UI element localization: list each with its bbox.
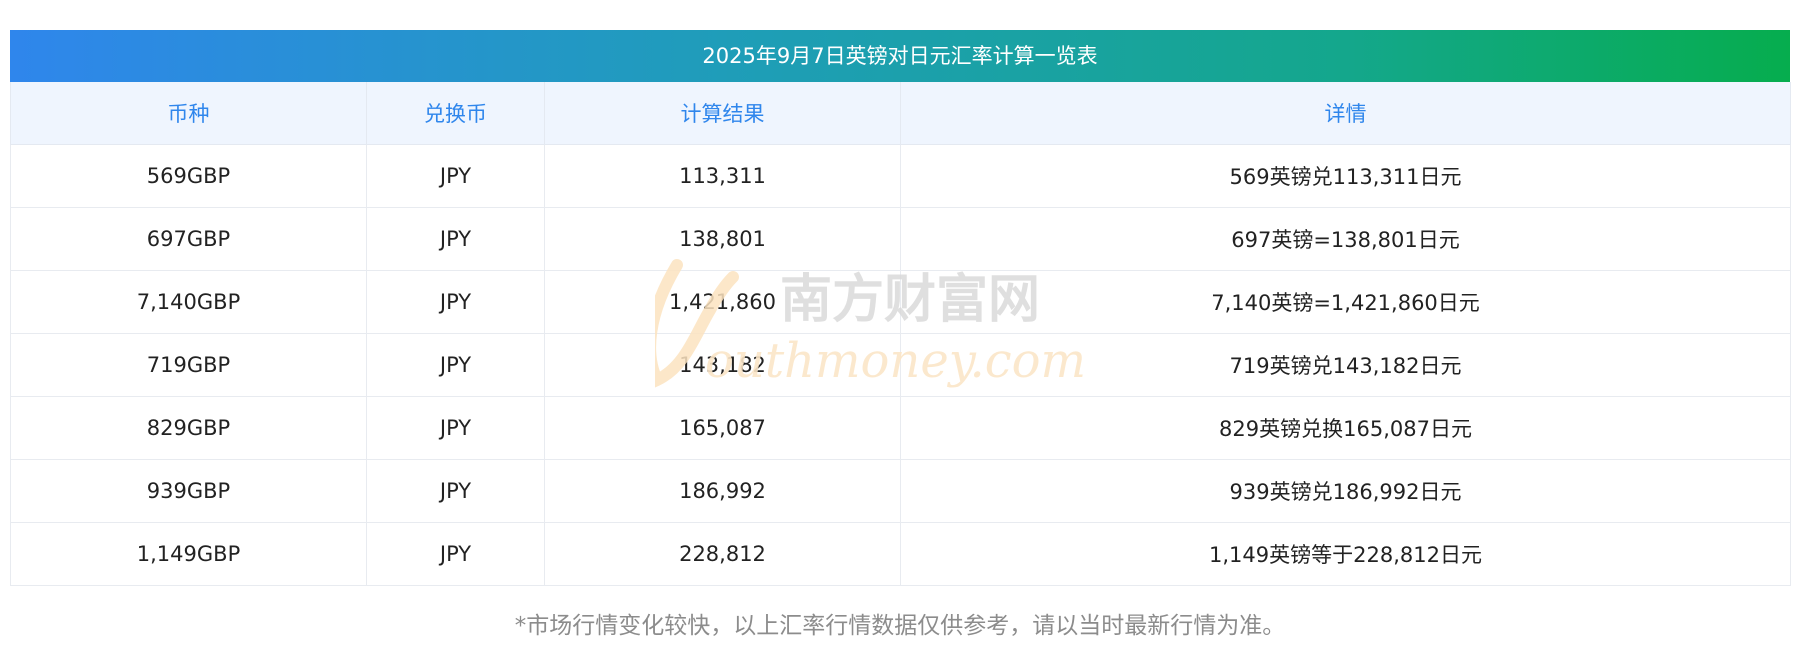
cell-currency: 829GBP (10, 396, 367, 460)
cell-currency: 697GBP (10, 207, 367, 271)
cell-result: 1,421,860 (544, 270, 901, 334)
cell-target: JPY (366, 207, 545, 271)
table-title: 2025年9月7日英镑对日元汇率计算一览表 (10, 30, 1790, 82)
rate-table-container: 2025年9月7日英镑对日元汇率计算一览表 币种 兑换币 计算结果 详情 569… (10, 30, 1791, 640)
cell-target: JPY (366, 144, 545, 208)
table-row: 697GBP JPY 138,801 697英镑=138,801日元 (10, 207, 1791, 271)
cell-target: JPY (366, 522, 545, 586)
cell-detail: 1,149英镑等于228,812日元 (900, 522, 1791, 586)
cell-detail: 569英镑兑113,311日元 (900, 144, 1791, 208)
table-header-row: 币种 兑换币 计算结果 详情 (10, 82, 1791, 145)
cell-target: JPY (366, 459, 545, 523)
table-row: 719GBP JPY 143,182 719英镑兑143,182日元 (10, 333, 1791, 397)
cell-result: 186,992 (544, 459, 901, 523)
cell-detail: 7,140英镑=1,421,860日元 (900, 270, 1791, 334)
cell-currency: 939GBP (10, 459, 367, 523)
cell-detail: 719英镑兑143,182日元 (900, 333, 1791, 397)
header-result: 计算结果 (544, 82, 901, 145)
header-detail: 详情 (900, 82, 1791, 145)
cell-result: 138,801 (544, 207, 901, 271)
disclaimer-note: *市场行情变化较快，以上汇率行情数据仅供参考，请以当时最新行情为准。 (514, 613, 1286, 639)
table-row: 7,140GBP JPY 1,421,860 7,140英镑=1,421,860… (10, 270, 1791, 334)
cell-currency: 7,140GBP (10, 270, 367, 334)
cell-detail: 829英镑兑换165,087日元 (900, 396, 1791, 460)
cell-detail: 939英镑兑186,992日元 (900, 459, 1791, 523)
cell-detail: 697英镑=138,801日元 (900, 207, 1791, 271)
cell-target: JPY (366, 396, 545, 460)
table-row: 939GBP JPY 186,992 939英镑兑186,992日元 (10, 459, 1791, 523)
cell-result: 143,182 (544, 333, 901, 397)
cell-target: JPY (366, 270, 545, 334)
header-currency: 币种 (10, 82, 367, 145)
table-row: 829GBP JPY 165,087 829英镑兑换165,087日元 (10, 396, 1791, 460)
cell-currency: 719GBP (10, 333, 367, 397)
cell-currency: 1,149GBP (10, 522, 367, 586)
table-row: 1,149GBP JPY 228,812 1,149英镑等于228,812日元 (10, 522, 1791, 586)
rate-table: 币种 兑换币 计算结果 详情 569GBP JPY 113,311 569英镑兑… (10, 82, 1791, 586)
table-row: 569GBP JPY 113,311 569英镑兑113,311日元 (10, 144, 1791, 208)
cell-currency: 569GBP (10, 144, 367, 208)
header-target: 兑换币 (366, 82, 545, 145)
cell-target: JPY (366, 333, 545, 397)
cell-result: 113,311 (544, 144, 901, 208)
cell-result: 165,087 (544, 396, 901, 460)
cell-result: 228,812 (544, 522, 901, 586)
